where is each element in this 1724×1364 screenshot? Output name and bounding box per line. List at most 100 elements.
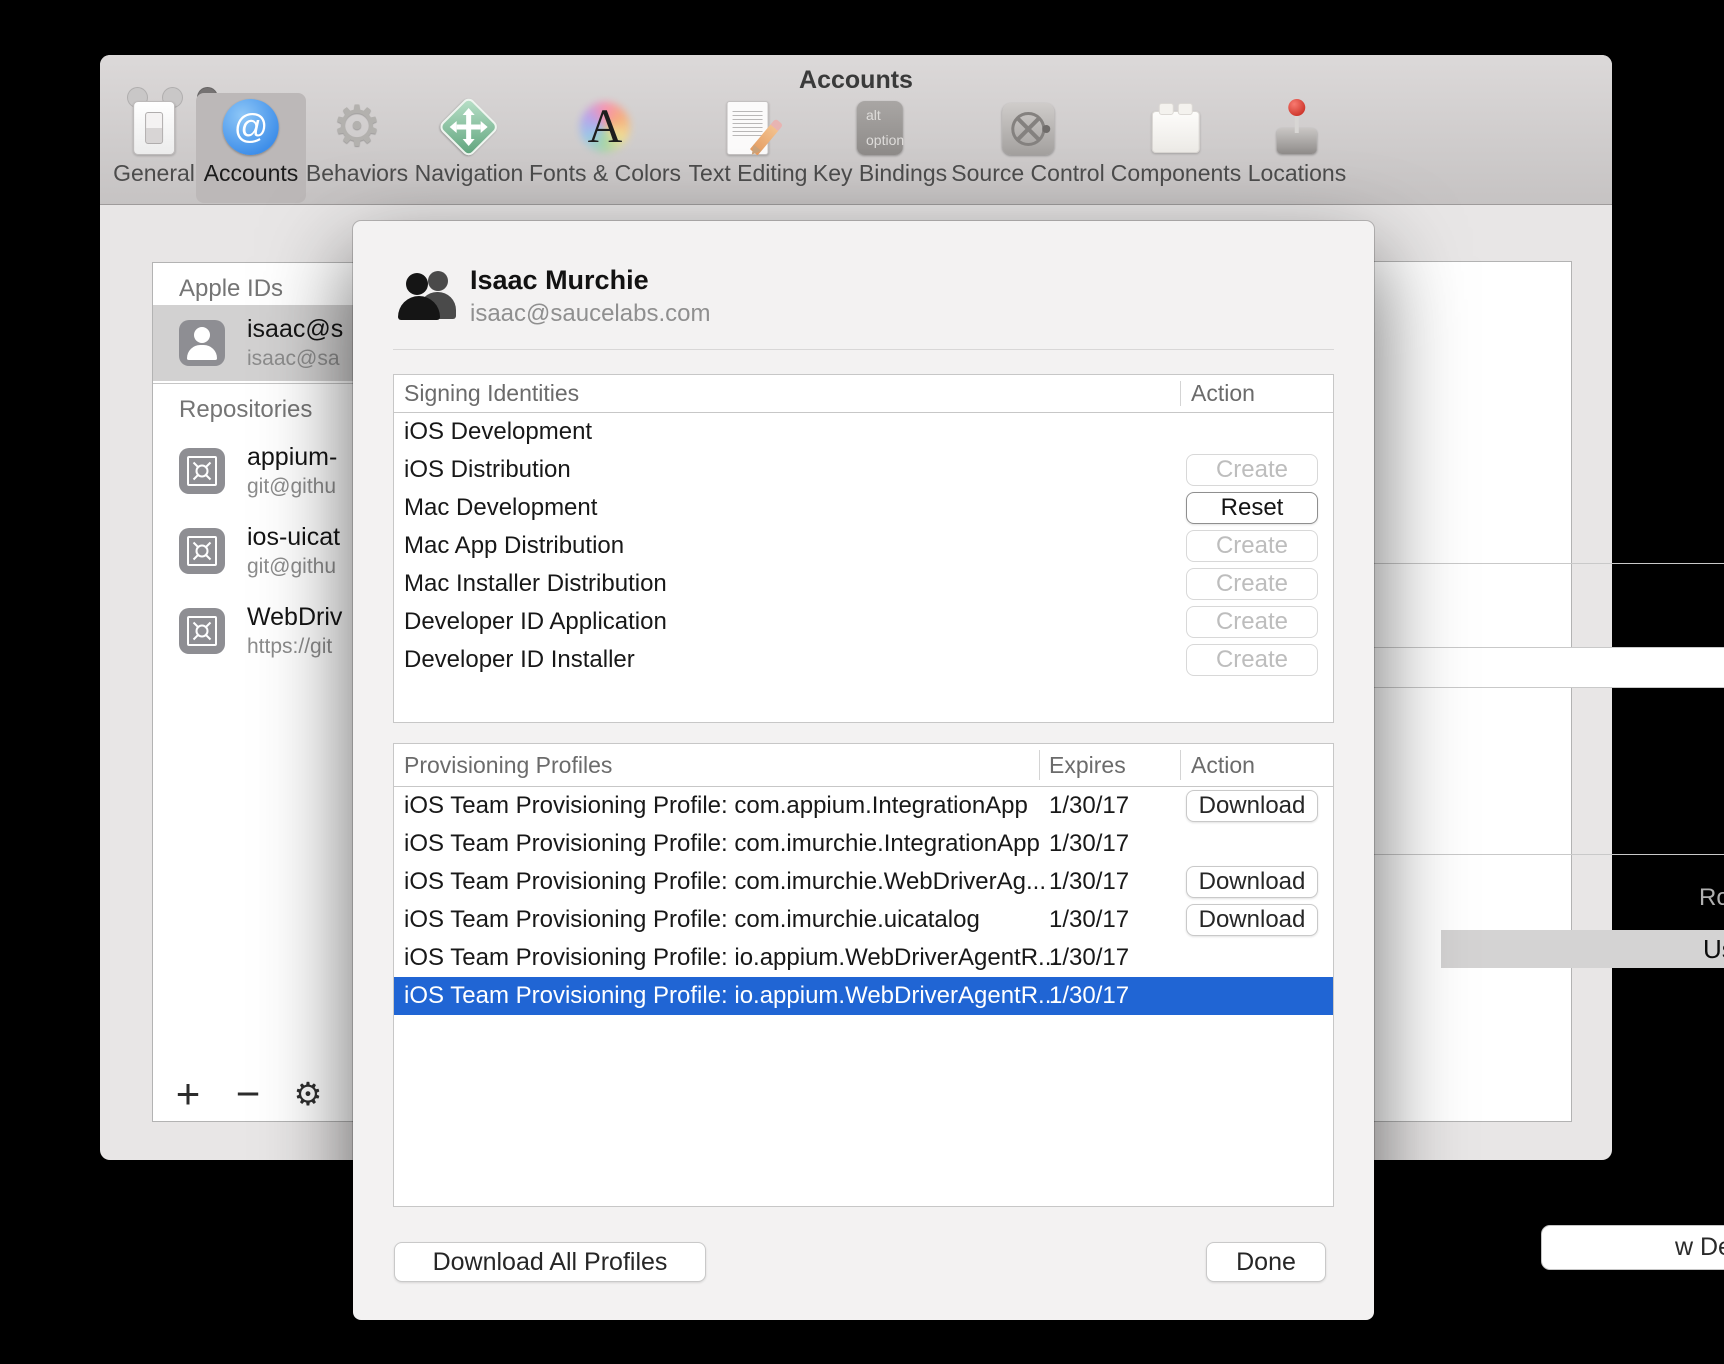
- signing-identity-row[interactable]: iOS DistributionCreate: [394, 451, 1333, 489]
- expires-value: 1/30/17: [1049, 939, 1129, 977]
- toolbar-item-fonts-colors[interactable]: A Fonts & Colors: [529, 95, 681, 187]
- signing-identity-label: iOS Development: [394, 413, 1333, 451]
- toolbar-item-accounts[interactable]: @ Accounts: [204, 95, 299, 187]
- toolbar-item-label: Fonts & Colors: [529, 160, 681, 187]
- behaviors-gear-icon: ⚙: [332, 95, 382, 155]
- account-details-sheet: Isaac Murchie isaac@saucelabs.com Signin…: [353, 221, 1374, 1320]
- provisioning-rows: iOS Team Provisioning Profile: com.appiu…: [394, 787, 1333, 1015]
- toolbar-item-locations[interactable]: Locations: [1248, 95, 1346, 187]
- provisioning-profile-label: iOS Team Provisioning Profile: io.appium…: [394, 939, 1333, 977]
- toolbar-item-label: Source Control: [951, 160, 1104, 187]
- repositories-header: Repositories: [179, 396, 312, 424]
- create-button[interactable]: Create: [1186, 644, 1318, 676]
- accounts-icon: @: [223, 95, 279, 155]
- locations-icon: [1275, 95, 1319, 155]
- expires-value: 1/30/17: [1049, 977, 1129, 1015]
- provisioning-profile-row[interactable]: iOS Team Provisioning Profile: com.appiu…: [394, 787, 1333, 825]
- create-button[interactable]: Create: [1186, 568, 1318, 600]
- provisioning-profiles-table: Provisioning Profiles Expires Action iOS…: [393, 743, 1334, 1207]
- view-details-button[interactable]: w Details...: [1541, 1225, 1724, 1270]
- done-button[interactable]: Done: [1206, 1242, 1326, 1282]
- provisioning-profile-label: iOS Team Provisioning Profile: io.appium…: [394, 977, 1333, 1015]
- gear-icon[interactable]: ⚙: [289, 1071, 327, 1117]
- vault-icon: [179, 528, 225, 574]
- toolbar-item-label: Components: [1111, 160, 1241, 187]
- apple-ids-header: Apple IDs: [179, 275, 283, 303]
- role-cell[interactable]: User: [1441, 930, 1724, 968]
- sheet-divider: [393, 349, 1334, 350]
- source-control-icon: [1002, 95, 1054, 155]
- add-account-button[interactable]: +: [169, 1071, 207, 1117]
- toolbar-item-components[interactable]: Components: [1111, 95, 1241, 187]
- toolbar-item-label: Behaviors: [306, 160, 408, 187]
- navigation-icon: [447, 95, 491, 155]
- person-icon: [179, 320, 225, 366]
- toolbar-item-source-control[interactable]: Source Control: [951, 95, 1104, 187]
- repository-subtitle: git@githu: [247, 555, 340, 579]
- window-title: Accounts: [100, 66, 1612, 95]
- toolbar-item-label: Locations: [1248, 160, 1346, 187]
- repository-title: WebDriv: [247, 603, 342, 632]
- action-column-header: Action: [1191, 375, 1255, 412]
- vault-icon: [179, 448, 225, 494]
- expires-value: 1/30/17: [1049, 825, 1129, 863]
- screenshot-canvas: Accounts General@Accounts⚙BehaviorsNavig…: [0, 0, 1724, 1364]
- signing-identities-column-header: Signing Identities: [394, 380, 579, 406]
- components-icon: [1152, 95, 1200, 155]
- signing-table-header: Signing Identities Action: [394, 375, 1333, 413]
- download-button[interactable]: Download: [1186, 790, 1318, 822]
- toolbar-item-label: Navigation: [415, 160, 524, 187]
- provisioning-profile-row[interactable]: iOS Team Provisioning Profile: io.appium…: [394, 939, 1333, 977]
- expires-value: 1/30/17: [1049, 901, 1129, 939]
- role-column-header: Role: [1699, 884, 1724, 912]
- account-email: isaac@saucelabs.com: [470, 300, 710, 328]
- create-button[interactable]: Create: [1186, 454, 1318, 486]
- provisioning-profile-row[interactable]: iOS Team Provisioning Profile: com.imurc…: [394, 825, 1333, 863]
- provisioning-profile-label: iOS Team Provisioning Profile: com.imurc…: [394, 825, 1333, 863]
- key-bindings-icon: altoption: [857, 95, 903, 155]
- provisioning-profile-row-selected[interactable]: iOS Team Provisioning Profile: io.appium…: [394, 977, 1333, 1015]
- column-divider: [1039, 750, 1040, 780]
- signing-identities-table: Signing Identities Action iOS Developmen…: [393, 374, 1334, 723]
- signing-identity-row[interactable]: Mac DevelopmentReset: [394, 489, 1333, 527]
- provisioning-profile-row[interactable]: iOS Team Provisioning Profile: com.imurc…: [394, 901, 1333, 939]
- reset-button[interactable]: Reset: [1186, 492, 1318, 524]
- column-divider: [1180, 750, 1181, 780]
- action-column-header: Action: [1191, 744, 1255, 786]
- signing-identity-row[interactable]: Developer ID ApplicationCreate: [394, 603, 1333, 641]
- toolbar-item-key-bindings[interactable]: altoption Key Bindings: [813, 95, 947, 187]
- signing-identity-row[interactable]: iOS Development: [394, 413, 1333, 451]
- expires-value: 1/30/17: [1049, 863, 1129, 901]
- team-avatar-icon: [398, 270, 456, 320]
- repository-subtitle: git@githu: [247, 475, 337, 499]
- remove-account-button[interactable]: −: [229, 1071, 267, 1117]
- toolbar-item-label: Text Editing: [689, 160, 808, 187]
- apple-id-subtitle: isaac@sa: [247, 347, 343, 371]
- toolbar-item-text-editing[interactable]: Text Editing: [689, 95, 808, 187]
- signing-identity-row[interactable]: Mac App DistributionCreate: [394, 527, 1333, 565]
- download-all-profiles-button[interactable]: Download All Profiles: [394, 1242, 706, 1282]
- toolbar: Accounts General@Accounts⚙BehaviorsNavig…: [100, 55, 1612, 205]
- create-button[interactable]: Create: [1186, 606, 1318, 638]
- provisioning-table-header: Provisioning Profiles Expires Action: [394, 744, 1333, 787]
- account-name: Isaac Murchie: [470, 265, 649, 296]
- general-icon: [133, 95, 175, 155]
- sidebar-controls: + − ⚙: [169, 1071, 327, 1117]
- toolbar-item-label: Accounts: [204, 160, 299, 187]
- toolbar-item-navigation[interactable]: Navigation: [415, 95, 524, 187]
- signing-identity-row[interactable]: Developer ID InstallerCreate: [394, 641, 1333, 679]
- download-button[interactable]: Download: [1186, 866, 1318, 898]
- apple-id-title: isaac@s: [247, 315, 343, 344]
- expires-column-header: Expires: [1049, 744, 1126, 786]
- toolbar-item-label: Key Bindings: [813, 160, 947, 187]
- signing-identity-row[interactable]: Mac Installer DistributionCreate: [394, 565, 1333, 603]
- download-button[interactable]: Download: [1186, 904, 1318, 936]
- toolbar-item-behaviors[interactable]: ⚙ Behaviors: [306, 95, 408, 187]
- provisioning-profile-row[interactable]: iOS Team Provisioning Profile: com.imurc…: [394, 863, 1333, 901]
- fonts-colors-icon: A: [577, 95, 633, 155]
- repository-title: appium-: [247, 443, 337, 472]
- toolbar-item-label: General: [113, 160, 195, 187]
- create-button[interactable]: Create: [1186, 530, 1318, 562]
- toolbar-item-general[interactable]: General: [113, 95, 195, 187]
- repository-subtitle: https://git: [247, 635, 342, 659]
